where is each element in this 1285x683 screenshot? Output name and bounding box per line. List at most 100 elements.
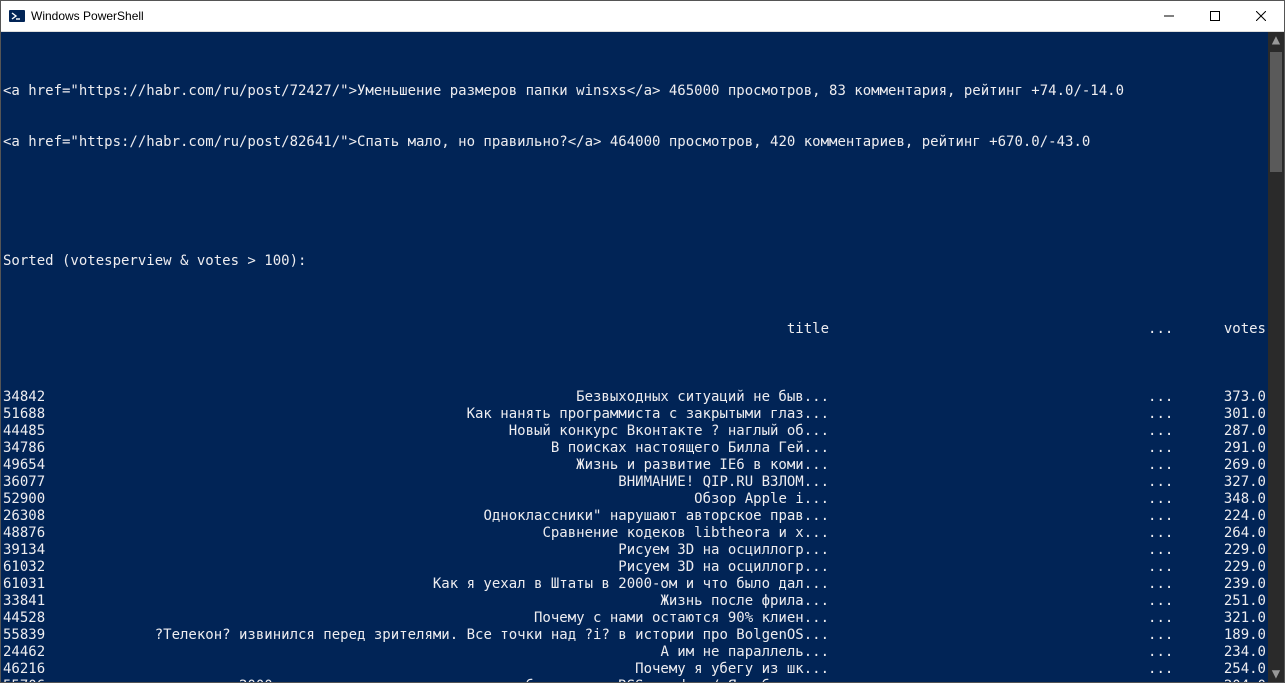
row-title: Почему с нами остаются 90% клиен...	[54, 610, 846, 627]
titlebar[interactable]: Windows PowerShell	[1, 1, 1284, 32]
row-title: В поисках настоящего Билла Гей...	[54, 440, 846, 457]
row-title: Как я уехал в Штаты в 2000-ом и что было…	[54, 576, 846, 593]
col-dots-header: ...	[1148, 321, 1199, 338]
row-id: 36077	[3, 474, 54, 491]
row-value: 251.0	[1199, 593, 1266, 610]
row-value: 348.0	[1199, 491, 1266, 508]
row-id: 52900	[3, 491, 54, 508]
col-title-header: title	[54, 321, 846, 338]
row-value: 269.0	[1199, 457, 1266, 474]
row-id: 26308	[3, 508, 54, 525]
row-dots: ...	[1148, 423, 1199, 440]
row-id: 39134	[3, 542, 54, 559]
table-row: 44485Новый конкурс Вконтакте ? наглый об…	[3, 423, 1266, 440]
window-controls	[1146, 1, 1284, 31]
row-value: 264.0	[1199, 525, 1266, 542]
row-id: 61032	[3, 559, 54, 576]
table-row: 61031Как я уехал в Штаты в 2000-ом и что…	[3, 576, 1266, 593]
scrollbar-thumb[interactable]	[1270, 52, 1282, 172]
row-id: 51688	[3, 406, 54, 423]
table-row: 36077ВНИМАНИЕ! QIP.RU ВЗЛОМ......327.0	[3, 474, 1266, 491]
row-value: 254.0	[1199, 661, 1266, 678]
terminal[interactable]: <a href="https://habr.com/ru/post/72427/…	[1, 32, 1284, 682]
row-title: Новый конкурс Вконтакте ? наглый об...	[54, 423, 846, 440]
row-id: 61031	[3, 576, 54, 593]
scroll-up-arrow[interactable]: ▲	[1268, 32, 1284, 48]
row-id: 44528	[3, 610, 54, 627]
row-id: 48876	[3, 525, 54, 542]
row-value: 373.0	[1199, 389, 1266, 406]
row-title: Обзор Apple i...	[54, 491, 846, 508]
row-title: Жизнь после фрила...	[54, 593, 846, 610]
row-title: 2000 часов в одиночестве, или как был сд…	[54, 678, 846, 682]
row-title: А им не параллель...	[54, 644, 846, 661]
table-row: 34842Безвыходных ситуаций не быв......37…	[3, 389, 1266, 406]
row-value: 234.0	[1199, 644, 1266, 661]
row-value: 204.0	[1199, 678, 1266, 682]
table-row: 46216Почему я убегу из шк......254.0	[3, 661, 1266, 678]
row-value: 321.0	[1199, 610, 1266, 627]
table-row: 48876Сравнение кодеков libtheora и x....…	[3, 525, 1266, 542]
row-title: Одноклассники" нарушают авторское прав..…	[54, 508, 846, 525]
table-row: 49654Жизнь и развитие IE6 в коми......26…	[3, 457, 1266, 474]
table-row: 34786В поисках настоящего Билла Гей.....…	[3, 440, 1266, 457]
row-value: 229.0	[1199, 542, 1266, 559]
row-title: Безвыходных ситуаций не быв...	[54, 389, 846, 406]
row-dots: ...	[1148, 525, 1199, 542]
output-line: <a href="https://habr.com/ru/post/82641/…	[3, 134, 1266, 151]
row-title: Рисуем 3D на осциллогр...	[54, 542, 846, 559]
row-dots: ...	[1148, 440, 1199, 457]
row-id: 44485	[3, 423, 54, 440]
scroll-down-arrow[interactable]: ▼	[1268, 666, 1284, 682]
row-dots: ...	[1148, 474, 1199, 491]
row-dots: ...	[1148, 406, 1199, 423]
table-row: 55839?Телекон? извинился перед зрителями…	[3, 627, 1266, 644]
row-id: 34842	[3, 389, 54, 406]
row-title: Как нанять программиста с закрытыми глаз…	[54, 406, 846, 423]
row-title: ВНИМАНИЕ! QIP.RU ВЗЛОМ...	[54, 474, 846, 491]
row-dots: ...	[1148, 389, 1199, 406]
col-val-header: votes	[1199, 321, 1266, 338]
row-value: 291.0	[1199, 440, 1266, 457]
maximize-button[interactable]	[1192, 1, 1238, 31]
row-dots: ...	[1148, 491, 1199, 508]
table-row: 33841Жизнь после фрила......251.0	[3, 593, 1266, 610]
minimize-button[interactable]	[1146, 1, 1192, 31]
table-row: 52900Обзор Apple i......348.0	[3, 491, 1266, 508]
terminal-content: <a href="https://habr.com/ru/post/72427/…	[3, 32, 1266, 682]
powershell-window: Windows PowerShell <a href="https://habr…	[0, 0, 1285, 683]
table-header: title ... votes	[3, 321, 1266, 338]
row-value: 327.0	[1199, 474, 1266, 491]
window-title: Windows PowerShell	[31, 9, 144, 23]
row-value: 224.0	[1199, 508, 1266, 525]
close-button[interactable]	[1238, 1, 1284, 31]
row-id: 24462	[3, 644, 54, 661]
row-dots: ...	[1148, 627, 1199, 644]
section-heading: Sorted (votesperview & votes > 100):	[3, 253, 1266, 270]
output-line: <a href="https://habr.com/ru/post/72427/…	[3, 83, 1266, 100]
row-id: 33841	[3, 593, 54, 610]
table-row: 61032Рисуем 3D на осциллогр......229.0	[3, 559, 1266, 576]
row-value: 229.0	[1199, 559, 1266, 576]
row-id: 55839	[3, 627, 54, 644]
row-dots: ...	[1148, 610, 1199, 627]
row-id: 49654	[3, 457, 54, 474]
row-dots: ...	[1148, 508, 1199, 525]
powershell-icon	[9, 8, 25, 24]
row-title: Сравнение кодеков libtheora и x...	[54, 525, 846, 542]
row-dots: ...	[1148, 559, 1199, 576]
table-row: 26308Одноклассники" нарушают авторское п…	[3, 508, 1266, 525]
row-id: 55706	[3, 678, 54, 682]
row-value: 287.0	[1199, 423, 1266, 440]
row-title: Почему я убегу из шк...	[54, 661, 846, 678]
row-dots: ...	[1148, 678, 1199, 682]
table-row: 44528Почему с нами остаются 90% клиен...…	[3, 610, 1266, 627]
row-dots: ...	[1148, 661, 1199, 678]
row-id: 34786	[3, 440, 54, 457]
row-dots: ...	[1148, 457, 1199, 474]
table-row: 557062000 часов в одиночестве, или как б…	[3, 678, 1266, 682]
table-row: 24462А им не параллель......234.0	[3, 644, 1266, 661]
row-value: 189.0	[1199, 627, 1266, 644]
vertical-scrollbar[interactable]: ▲ ▼	[1268, 32, 1284, 682]
row-dots: ...	[1148, 542, 1199, 559]
